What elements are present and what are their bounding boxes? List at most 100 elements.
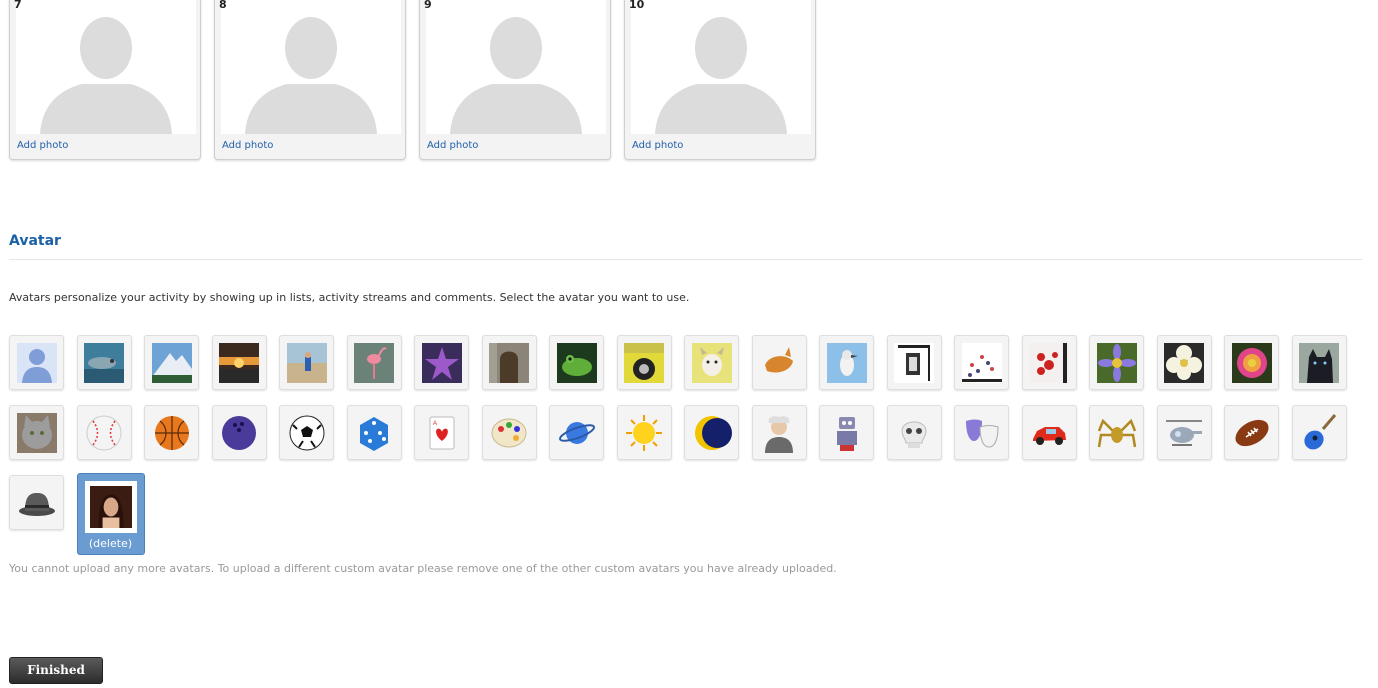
avatar-option-basketball[interactable] (144, 405, 199, 460)
robot-icon (827, 413, 867, 453)
placeholder-person-icon (631, 0, 811, 134)
photo-number: 9 (424, 0, 432, 11)
avatar-option-stone-door[interactable] (481, 335, 537, 390)
add-photo-link[interactable]: Add photo (632, 140, 683, 151)
photo-slot-9: 9 Add photo (419, 0, 611, 160)
placeholder-person-icon (16, 0, 196, 134)
avatar-option-robot[interactable] (819, 405, 874, 460)
avatar-option-mountain[interactable] (144, 335, 199, 390)
black-cat-icon (1299, 342, 1339, 383)
bird-icon (826, 342, 867, 383)
avatar-section-title: Avatar (9, 233, 61, 249)
avatar-option-guitar[interactable] (1291, 405, 1347, 460)
avatar-option-bowling-ball[interactable] (211, 405, 267, 460)
placeholder-person-icon (426, 0, 606, 134)
bowling-ball-icon (219, 413, 259, 453)
avatar-option-moon[interactable] (684, 405, 739, 460)
avatar-option-dice[interactable] (346, 405, 402, 460)
avatar-option-default-person[interactable] (9, 335, 64, 390)
add-photo-link[interactable]: Add photo (427, 140, 478, 151)
avatar-option-playing-card[interactable]: A (414, 405, 469, 460)
planet-icon (557, 413, 597, 453)
avatar-option-lantern[interactable] (886, 335, 942, 390)
avatar-option-dolphin[interactable] (76, 335, 132, 390)
avatar-option-soccer-ball[interactable] (279, 405, 334, 460)
section-divider (9, 259, 1362, 260)
avatar-option-car-wheel[interactable] (616, 335, 672, 390)
photo-number: 7 (14, 0, 22, 11)
dolphin-icon (84, 342, 124, 383)
avatar-option-white-flower[interactable] (1156, 335, 1212, 390)
photo-number: 8 (219, 0, 227, 11)
dog-icon (691, 342, 732, 383)
placeholder-person-icon (221, 0, 401, 134)
purple-flower-icon (1096, 342, 1137, 383)
photo-number: 10 (629, 0, 645, 11)
finished-button[interactable]: Finished (9, 657, 103, 684)
avatar-option-dog[interactable] (684, 335, 739, 390)
avatar-option-flamingo[interactable] (346, 335, 402, 390)
photo-slot-7: 7 Add photo (9, 0, 201, 160)
avatar-grid: A (delete) (9, 335, 1369, 555)
theater-masks-icon (962, 413, 1002, 453)
beach-child-icon (286, 342, 327, 383)
avatar-option-skull[interactable] (886, 405, 942, 460)
soccer-ball-icon (287, 413, 327, 453)
avatar-row: (delete) (9, 473, 1369, 555)
avatar-option-scientist[interactable] (751, 405, 807, 460)
gray-cat-icon (16, 412, 57, 453)
avatar-option-starfish[interactable] (414, 335, 469, 390)
avatar-option-baseball[interactable] (76, 405, 132, 460)
fox-icon (759, 342, 799, 383)
helicopter-icon (1164, 413, 1204, 453)
avatar-option-helicopter[interactable] (1156, 405, 1212, 460)
delete-avatar-link[interactable]: (delete) (89, 537, 132, 550)
avatar-option-hat[interactable] (9, 475, 64, 530)
svg-text:A: A (433, 421, 437, 427)
avatar-option-custom-selected[interactable]: (delete) (76, 473, 145, 555)
sunset-icon (219, 342, 259, 383)
flamingo-icon (354, 342, 394, 383)
upload-limit-note: You cannot upload any more avatars. To u… (9, 562, 837, 575)
avatar-option-gray-cat[interactable] (9, 405, 64, 460)
avatar-option-sunset[interactable] (211, 335, 267, 390)
avatar-option-beach-child[interactable] (279, 335, 334, 390)
lantern-icon (894, 342, 934, 383)
hat-icon (17, 483, 57, 523)
avatar-option-red-car[interactable] (1021, 405, 1077, 460)
avatar-option-dots[interactable] (954, 335, 1009, 390)
avatar-description: Avatars personalize your activity by sho… (9, 291, 690, 304)
avatar-option-red-berries[interactable] (1021, 335, 1077, 390)
add-photo-link[interactable]: Add photo (17, 140, 68, 151)
dots-icon (961, 342, 1002, 383)
avatar-option-black-cat[interactable] (1291, 335, 1347, 390)
avatar-option-fox[interactable] (751, 335, 807, 390)
avatar-option-spider[interactable] (1089, 405, 1144, 460)
frog-icon (556, 342, 597, 383)
sun-icon (624, 413, 664, 453)
mountain-icon (151, 342, 192, 383)
default-person-icon (16, 342, 57, 383)
avatar-option-purple-flower[interactable] (1089, 335, 1144, 390)
red-car-icon (1029, 413, 1069, 453)
skull-icon (894, 413, 934, 453)
football-icon (1232, 413, 1272, 453)
white-flower-icon (1164, 342, 1204, 383)
photo-slots: 7 Add photo 8 Add photo 9 Add photo 10 A… (9, 0, 816, 160)
avatar-option-sun[interactable] (616, 405, 672, 460)
car-wheel-icon (624, 342, 664, 383)
add-photo-link[interactable]: Add photo (222, 140, 273, 151)
avatar-option-bird[interactable] (819, 335, 874, 390)
avatar-option-football[interactable] (1224, 405, 1279, 460)
avatar-option-pink-flower[interactable] (1224, 335, 1279, 390)
photo-slot-10: 10 Add photo (624, 0, 816, 160)
red-berries-icon (1029, 342, 1069, 383)
avatar-row: A (9, 405, 1369, 461)
avatar-option-planet[interactable] (549, 405, 604, 460)
avatar-option-paint-palette[interactable] (481, 405, 537, 460)
avatar-option-theater-masks[interactable] (954, 405, 1009, 460)
dice-icon (354, 413, 394, 453)
baseball-icon (84, 413, 124, 453)
avatar-option-frog[interactable] (549, 335, 604, 390)
stone-door-icon (489, 342, 529, 383)
